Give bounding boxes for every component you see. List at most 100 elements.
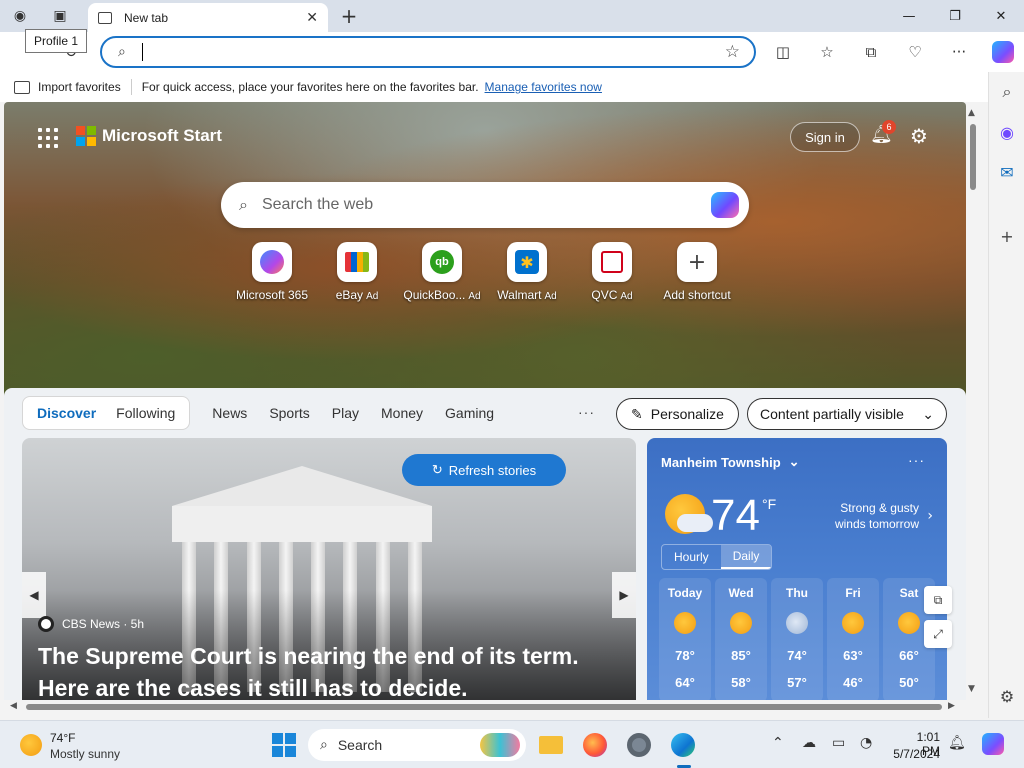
add-shortcut-button[interactable]: + Add shortcut <box>652 242 742 302</box>
sign-in-button[interactable]: Sign in <box>790 122 860 152</box>
tab-hourly[interactable]: Hourly <box>662 545 721 569</box>
tab-money[interactable]: Money <box>381 405 423 421</box>
outlook-icon[interactable]: ✉ <box>993 158 1021 186</box>
weather-card[interactable]: Manheim Township ⌄ ··· 74 °F Strong & gu… <box>647 438 947 700</box>
browser-toolbar: ↻ ⌕ ☆ ◫ ☆ ⧉ ♡ ··· <box>0 32 1024 72</box>
favorites-bar: Import favorites For quick access, place… <box>0 72 988 102</box>
partly-sunny-icon <box>674 612 696 634</box>
add-icon[interactable]: + <box>993 222 1021 250</box>
scroll-down-icon[interactable]: ▼ <box>968 684 975 694</box>
next-story-button[interactable]: ▶ <box>612 572 636 618</box>
forecast-day[interactable]: Today 78° 64° <box>659 578 711 700</box>
horizontal-scrollbar[interactable]: ◀ ▶ <box>4 700 966 714</box>
scroll-left-icon[interactable]: ◀ <box>10 701 17 711</box>
plus-icon: + <box>687 249 707 275</box>
file-explorer-icon[interactable] <box>536 730 566 760</box>
scroll-thumb[interactable] <box>970 124 976 190</box>
import-favorites-button[interactable]: Import favorites <box>14 80 121 94</box>
shortcut-quickbooks[interactable]: qb QuickBoo... Ad <box>397 242 487 302</box>
copilot-icon[interactable] <box>990 40 1016 64</box>
feed-mode-switch: Discover Following <box>22 396 191 430</box>
personalize-button[interactable]: ✎ Personalize <box>616 398 739 430</box>
more-categories-button[interactable]: ··· <box>578 404 595 420</box>
favorite-star-icon[interactable]: ☆ <box>725 42 740 62</box>
display-icon[interactable]: ▭ <box>832 735 845 751</box>
forecast-day[interactable]: Wed 85° 58° <box>715 578 767 700</box>
chevron-down-icon: ⌄ <box>922 405 934 422</box>
notifications-bell-icon[interactable]: 🔔︎ <box>948 735 966 751</box>
shortcut-qvc[interactable]: QVC Ad <box>567 242 657 302</box>
tab-new-tab[interactable]: New tab ✕ <box>88 3 328 32</box>
content-visibility-label: Content partially visible <box>760 406 904 422</box>
tab-discover[interactable]: Discover <box>27 405 106 421</box>
close-window-button[interactable]: ✕ <box>978 0 1024 32</box>
web-search-box[interactable]: ⌕ Search the web <box>221 182 749 228</box>
refresh-stories-button[interactable]: ↻ Refresh stories <box>402 454 566 486</box>
close-tab-icon[interactable]: ✕ <box>306 10 318 26</box>
cloud-icon <box>677 514 713 532</box>
edge-icon[interactable] <box>668 730 698 760</box>
brand-title[interactable]: Microsoft Start <box>102 126 222 146</box>
taskbar-weather-condition[interactable]: Mostly sunny <box>50 747 120 761</box>
taskbar-search[interactable]: ⌕ Search <box>308 729 526 761</box>
tab-news[interactable]: News <box>212 405 247 421</box>
search-icon[interactable]: ⌕ <box>993 78 1021 106</box>
forecast-day[interactable]: Fri 63° 46° <box>827 578 879 700</box>
tab-following[interactable]: Following <box>106 405 185 421</box>
day-name: Today <box>667 586 703 600</box>
day-name: Fri <box>845 586 861 600</box>
start-button-icon[interactable] <box>272 733 296 757</box>
weather-more-button[interactable]: ··· <box>908 452 925 468</box>
story-headline[interactable]: The Supreme Court is nearing the end of … <box>38 640 618 700</box>
settings-more-icon[interactable]: ··· <box>946 40 972 64</box>
minimize-button[interactable]: — <box>886 0 932 32</box>
clock-date[interactable]: 5/7/2024 <box>890 747 940 761</box>
collections-icon[interactable]: ⧉ <box>858 40 884 64</box>
scroll-right-icon[interactable]: ▶ <box>948 701 955 711</box>
manage-favorites-link[interactable]: Manage favorites now <box>485 80 602 94</box>
weather-alert[interactable]: Strong & gusty winds tomorrow <box>815 500 919 532</box>
address-bar[interactable]: ⌕ ☆ <box>100 36 756 68</box>
shortcut-walmart[interactable]: ✱ Walmart Ad <box>482 242 572 302</box>
firefox-icon[interactable] <box>580 730 610 760</box>
weather-location[interactable]: Manheim Township ⌄ <box>661 454 800 470</box>
browser-essentials-icon[interactable]: ♡ <box>902 40 928 64</box>
shortcut-microsoft-365[interactable]: Microsoft 365 <box>227 242 317 302</box>
search-icon: ⌕ <box>239 195 248 214</box>
network-icon[interactable]: ◔ <box>860 735 872 751</box>
content-visibility-dropdown[interactable]: Content partially visible ⌄ <box>747 398 947 430</box>
profile-icon[interactable]: ◉ <box>6 4 34 28</box>
onedrive-icon[interactable]: ☁ <box>802 735 816 751</box>
chevron-right-icon[interactable]: › <box>927 508 933 524</box>
page-settings-icon[interactable]: ⚙ <box>910 124 934 150</box>
scroll-up-icon[interactable]: ▲ <box>968 108 975 118</box>
tab-daily[interactable]: Daily <box>720 545 772 569</box>
feedback-icon[interactable]: ⧉ <box>924 586 952 614</box>
temperature-unit[interactable]: °F <box>762 496 776 512</box>
forecast-day[interactable]: Thu 74° 57° <box>771 578 823 700</box>
tab-gaming[interactable]: Gaming <box>445 405 494 421</box>
taskbar-weather-temp[interactable]: 74°F <box>50 731 75 745</box>
scroll-thumb[interactable] <box>26 704 942 710</box>
sidebar-settings-icon[interactable]: ⚙ <box>993 682 1021 710</box>
split-screen-icon[interactable]: ◫ <box>770 40 796 64</box>
settings-icon[interactable] <box>624 730 654 760</box>
tab-actions-icon[interactable]: ▣ <box>46 4 74 28</box>
m365-icon[interactable]: ◉ <box>993 118 1021 146</box>
tab-sports[interactable]: Sports <box>269 405 309 421</box>
new-tab-button[interactable]: + <box>336 4 362 28</box>
restore-button[interactable]: ❐ <box>932 0 978 32</box>
weather-icon[interactable] <box>20 734 42 756</box>
show-hidden-icons-icon[interactable]: ⌃ <box>772 735 784 751</box>
tab-play[interactable]: Play <box>332 405 359 421</box>
copilot-icon[interactable] <box>982 733 1004 755</box>
app-launcher-icon[interactable] <box>38 128 58 148</box>
favorites-icon[interactable]: ☆ <box>814 40 840 64</box>
top-story-card[interactable]: ↻ Refresh stories ◀ ▶ CBS News · 5h The … <box>22 438 636 700</box>
copilot-icon[interactable] <box>711 192 739 218</box>
microsoft-logo <box>76 126 96 146</box>
previous-story-button[interactable]: ◀ <box>22 572 46 618</box>
expand-icon[interactable]: ⤢ <box>924 620 952 648</box>
vertical-scrollbar[interactable]: ▲ ▼ <box>966 104 980 698</box>
shortcut-ebay[interactable]: eBay Ad <box>312 242 402 302</box>
